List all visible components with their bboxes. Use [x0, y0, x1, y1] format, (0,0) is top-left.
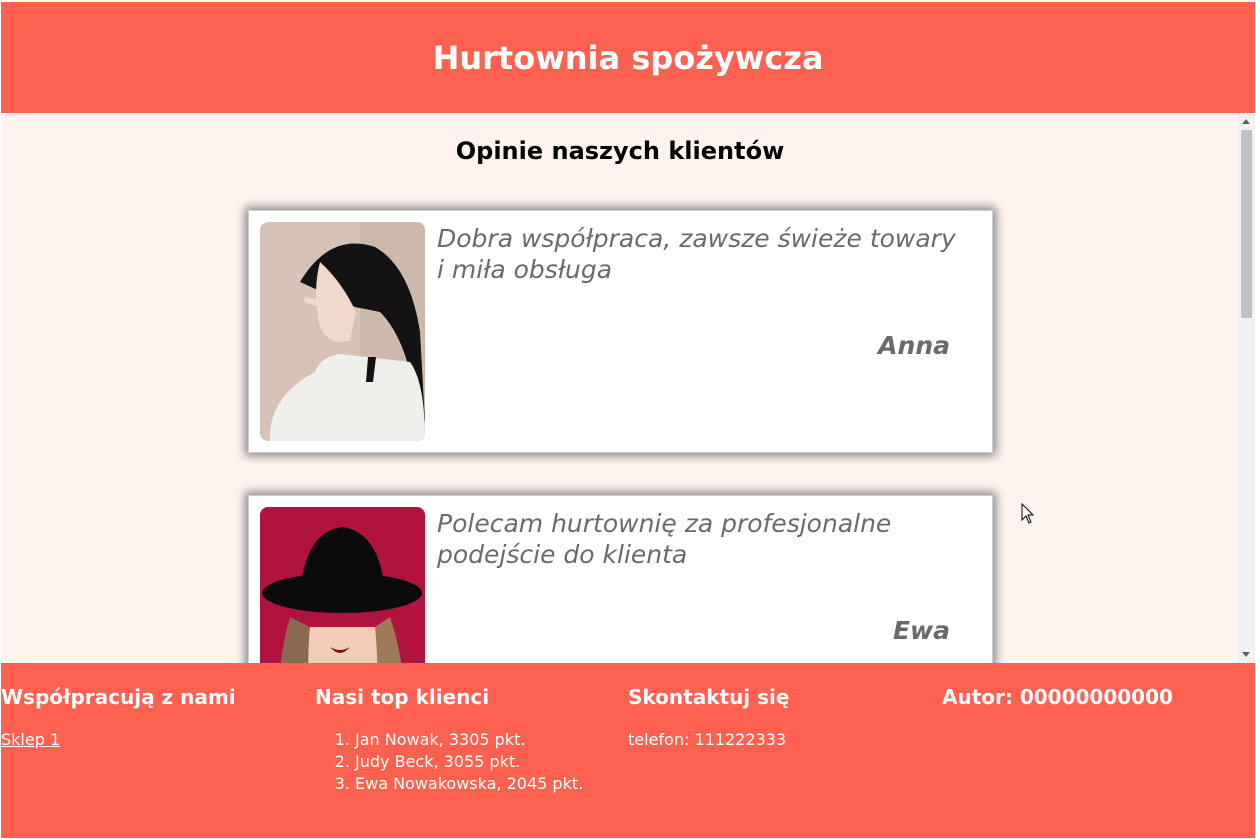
review-author: Ewa: [892, 616, 950, 645]
review-card: Polecam hurtownię za profesjonalne podej…: [248, 495, 993, 663]
scroll-up-icon[interactable]: [1242, 119, 1250, 124]
top-clients-list: Jan Nowak, 3305 pkt. Judy Beck, 3055 pkt…: [315, 729, 615, 795]
list-item: Judy Beck, 3055 pkt.: [355, 751, 615, 773]
site-header: Hurtownia spożywcza: [1, 2, 1255, 113]
vertical-scrollbar[interactable]: [1238, 113, 1255, 663]
review-quote: Dobra współpraca, zawsze świeże towary i…: [437, 224, 956, 284]
reviews-heading: Opinie naszych klientów: [455, 137, 785, 165]
list-item: Ewa Nowakowska, 2045 pkt.: [355, 773, 615, 795]
contact-phone: telefon: 111222333: [628, 730, 787, 749]
scroll-down-icon[interactable]: [1242, 652, 1250, 657]
contact-column: Skontaktuj się telefon: 111222333: [628, 685, 928, 751]
scrollbar-thumb[interactable]: [1241, 130, 1252, 318]
customer-photo: [260, 507, 425, 663]
author-heading: Autor: 00000000000: [942, 685, 1173, 709]
customer-photo: [260, 222, 425, 441]
site-footer: Współpracują z nami Sklep 1 Nasi top kli…: [1, 663, 1255, 838]
contact-heading: Skontaktuj się: [628, 685, 790, 709]
top-clients-column: Nasi top klienci Jan Nowak, 3305 pkt. Ju…: [315, 685, 615, 795]
review-card: Dobra współpraca, zawsze świeże towary i…: [248, 210, 993, 453]
top-clients-heading: Nasi top klienci: [315, 685, 490, 709]
review-quote: Polecam hurtownię za profesjonalne podej…: [437, 509, 892, 569]
partner-link[interactable]: Sklep 1: [1, 730, 60, 749]
partners-column: Współpracują z nami Sklep 1: [1, 685, 301, 751]
author-column: Autor: 00000000000: [942, 685, 1242, 729]
reviews-section: Opinie naszych klientów Dobra współpraca…: [1, 113, 1255, 663]
partners-heading: Współpracują z nami: [1, 685, 236, 709]
site-title: Hurtownia spożywcza: [432, 38, 824, 77]
review-author: Anna: [878, 331, 950, 360]
list-item: Jan Nowak, 3305 pkt.: [355, 729, 615, 751]
mouse-cursor-icon: [1021, 502, 1035, 529]
